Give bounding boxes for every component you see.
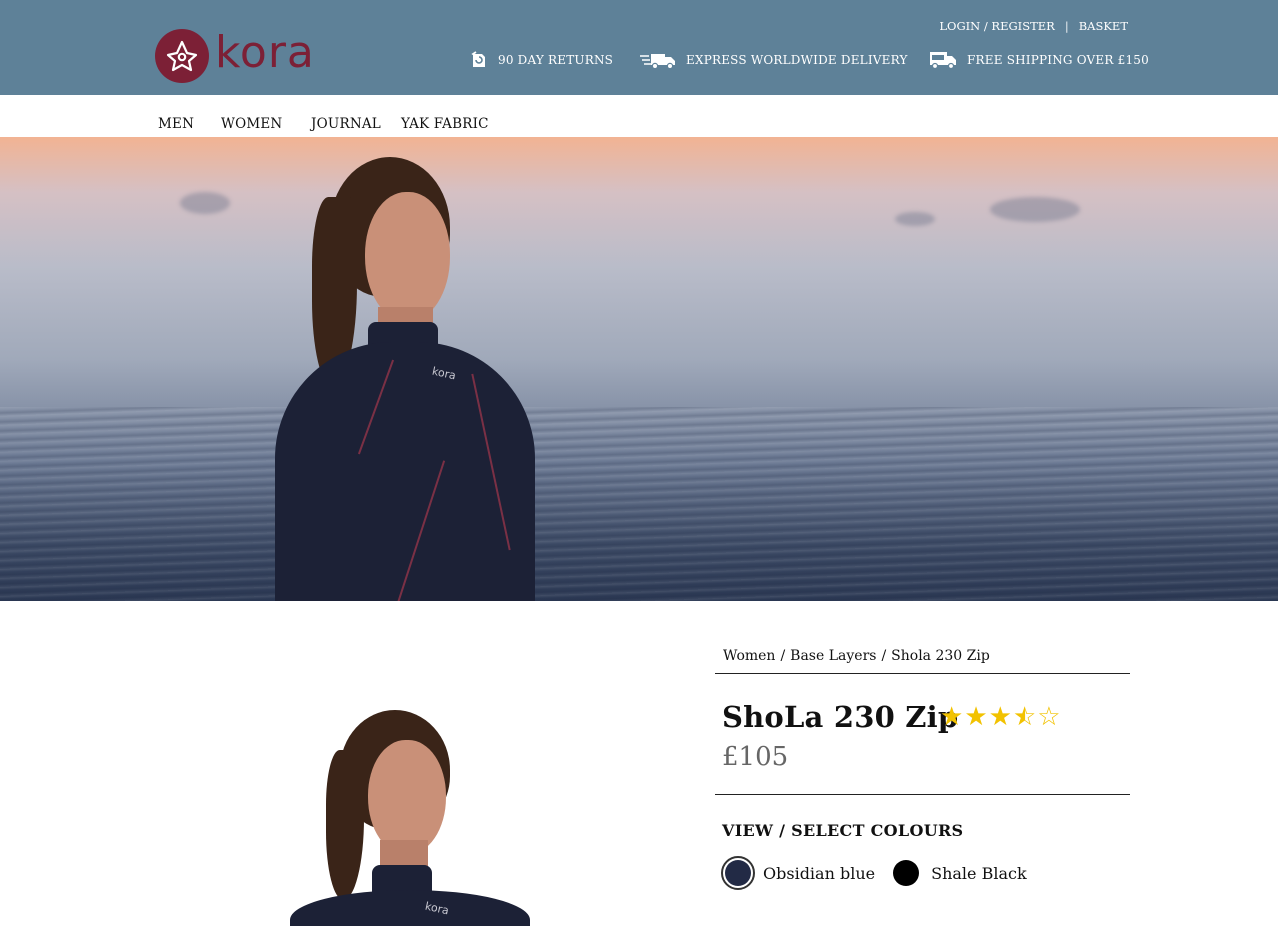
colours-heading: VIEW / SELECT COLOURS [722,821,964,840]
usp-delivery-label: EXPRESS WORLDWIDE DELIVERY [686,53,908,67]
misty-tree [990,197,1080,222]
misty-tree [895,212,935,226]
breadcrumb-current: Shola 230 Zip [891,648,990,664]
colour-swatches: Obsidian blue Shale Black [721,856,1041,890]
colour-swatch-shale-black[interactable]: Shale Black [889,856,1027,890]
main-nav: MEN WOMEN JOURNAL YAK FABRIC [0,95,1278,137]
usp-free-shipping[interactable]: FREE SHIPPING OVER £150 [929,50,1149,70]
divider [715,673,1130,674]
site-header: kora LOGIN / REGISTER | BASKET 90 DAY RE… [0,0,1278,95]
product-image[interactable]: kora [250,690,560,926]
nav-item-men[interactable]: MEN [158,116,194,132]
account-separator: | [1064,19,1069,33]
breadcrumb-link-women[interactable]: Women [723,648,775,664]
star-full-icon: ★ [964,702,989,732]
usp-free-shipping-label: FREE SHIPPING OVER £150 [967,53,1149,67]
nav-item-women[interactable]: WOMEN [221,116,282,132]
free-shipping-van-icon [930,52,956,70]
breadcrumb-separator: / [881,648,887,664]
misty-tree [180,192,230,214]
breadcrumb: Women / Base Layers / Shola 230 Zip [723,648,990,664]
nav-item-yak-fabric[interactable]: YAK FABRIC [401,116,489,132]
product-model-image: kora [280,710,560,926]
basket-link[interactable]: BASKET [1079,19,1128,33]
swatch-dot [721,856,755,890]
snowy-field [0,407,1278,601]
swatch-label: Shale Black [931,863,1027,883]
returns-icon [471,51,485,67]
swatch-label: Obsidian blue [763,863,876,883]
product-title: ShoLa 230 Zip [722,700,959,734]
star-full-icon: ★ [940,702,965,732]
hero-model-image: kora [270,157,540,601]
colour-swatch-obsidian-blue[interactable]: Obsidian blue [721,856,875,890]
divider [715,794,1130,795]
star-empty-icon: ☆ [1037,702,1062,732]
star-half-icon: ★☆ [1012,702,1038,732]
nav-item-journal[interactable]: JOURNAL [311,116,381,132]
usp-returns[interactable]: 90 DAY RETURNS [468,50,613,70]
breadcrumb-separator: / [780,648,786,664]
usp-strip: 90 DAY RETURNS EXPRESS WORLDWIDE DELIVER… [0,50,1278,74]
star-full-icon: ★ [988,702,1013,732]
account-links: LOGIN / REGISTER | BASKET [939,19,1128,33]
swatch-dot [889,856,923,890]
breadcrumb-link-base-layers[interactable]: Base Layers [790,648,876,664]
usp-returns-label: 90 DAY RETURNS [498,53,614,67]
usp-delivery[interactable]: EXPRESS WORLDWIDE DELIVERY [640,50,908,70]
delivery-truck-icon [640,54,675,70]
login-register-link[interactable]: LOGIN / REGISTER [939,19,1054,33]
product-price: £105 [722,742,789,772]
rating-stars[interactable]: ★★★★☆☆ [940,702,1062,732]
hero-banner: kora [0,137,1278,601]
